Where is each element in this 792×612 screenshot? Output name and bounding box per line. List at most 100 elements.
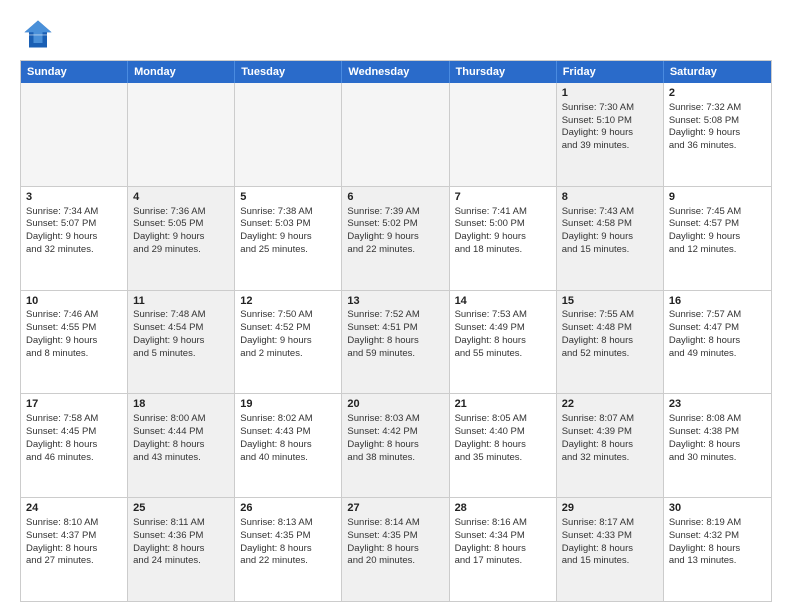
day-info: Daylight: 9 hours — [562, 231, 658, 244]
day-info: Daylight: 9 hours — [240, 231, 336, 244]
day-number: 20 — [347, 397, 443, 412]
day-info: Sunrise: 8:17 AM — [562, 517, 658, 530]
day-number: 3 — [26, 190, 122, 205]
calendar-cell — [235, 83, 342, 186]
day-info: and 13 minutes. — [669, 555, 766, 568]
day-number: 23 — [669, 397, 766, 412]
day-info: Sunset: 5:10 PM — [562, 115, 658, 128]
day-info: Sunset: 4:54 PM — [133, 322, 229, 335]
day-info: Sunrise: 8:19 AM — [669, 517, 766, 530]
header-day-wednesday: Wednesday — [342, 61, 449, 83]
day-info: Daylight: 8 hours — [562, 543, 658, 556]
day-info: Sunset: 4:34 PM — [455, 530, 551, 543]
day-number: 12 — [240, 294, 336, 309]
calendar-cell: 30Sunrise: 8:19 AMSunset: 4:32 PMDayligh… — [664, 498, 771, 601]
day-info: and 40 minutes. — [240, 452, 336, 465]
day-info: Daylight: 8 hours — [133, 543, 229, 556]
day-number: 17 — [26, 397, 122, 412]
day-info: Sunrise: 7:32 AM — [669, 102, 766, 115]
calendar-cell: 15Sunrise: 7:55 AMSunset: 4:48 PMDayligh… — [557, 291, 664, 394]
day-info: and 17 minutes. — [455, 555, 551, 568]
calendar-cell: 4Sunrise: 7:36 AMSunset: 5:05 PMDaylight… — [128, 187, 235, 290]
day-info: Sunrise: 7:36 AM — [133, 206, 229, 219]
day-number: 10 — [26, 294, 122, 309]
calendar-week-2: 10Sunrise: 7:46 AMSunset: 4:55 PMDayligh… — [21, 290, 771, 394]
day-info: Sunrise: 7:45 AM — [669, 206, 766, 219]
day-number: 5 — [240, 190, 336, 205]
header-day-thursday: Thursday — [450, 61, 557, 83]
day-info: Sunrise: 7:55 AM — [562, 309, 658, 322]
calendar-cell: 6Sunrise: 7:39 AMSunset: 5:02 PMDaylight… — [342, 187, 449, 290]
day-number: 30 — [669, 501, 766, 516]
day-info: Sunrise: 8:03 AM — [347, 413, 443, 426]
day-number: 19 — [240, 397, 336, 412]
calendar-cell: 2Sunrise: 7:32 AMSunset: 5:08 PMDaylight… — [664, 83, 771, 186]
day-info: Daylight: 9 hours — [562, 127, 658, 140]
day-info: and 39 minutes. — [562, 140, 658, 153]
day-info: and 49 minutes. — [669, 348, 766, 361]
day-info: Sunrise: 7:58 AM — [26, 413, 122, 426]
day-info: Daylight: 8 hours — [669, 543, 766, 556]
header-day-sunday: Sunday — [21, 61, 128, 83]
calendar-cell — [21, 83, 128, 186]
calendar-cell: 20Sunrise: 8:03 AMSunset: 4:42 PMDayligh… — [342, 394, 449, 497]
calendar-cell: 28Sunrise: 8:16 AMSunset: 4:34 PMDayligh… — [450, 498, 557, 601]
calendar-cell: 29Sunrise: 8:17 AMSunset: 4:33 PMDayligh… — [557, 498, 664, 601]
day-number: 28 — [455, 501, 551, 516]
day-info: Sunset: 4:48 PM — [562, 322, 658, 335]
day-info: Sunset: 4:57 PM — [669, 218, 766, 231]
day-info: Sunrise: 7:52 AM — [347, 309, 443, 322]
calendar-cell: 9Sunrise: 7:45 AMSunset: 4:57 PMDaylight… — [664, 187, 771, 290]
day-number: 24 — [26, 501, 122, 516]
day-info: Daylight: 8 hours — [133, 439, 229, 452]
calendar-cell — [450, 83, 557, 186]
day-info: and 22 minutes. — [347, 244, 443, 257]
calendar: SundayMondayTuesdayWednesdayThursdayFrid… — [20, 60, 772, 602]
day-info: Sunset: 4:58 PM — [562, 218, 658, 231]
day-info: Daylight: 9 hours — [133, 231, 229, 244]
day-info: Daylight: 9 hours — [240, 335, 336, 348]
day-number: 16 — [669, 294, 766, 309]
day-info: and 12 minutes. — [669, 244, 766, 257]
day-info: Daylight: 8 hours — [562, 335, 658, 348]
calendar-week-4: 24Sunrise: 8:10 AMSunset: 4:37 PMDayligh… — [21, 497, 771, 601]
day-info: Sunrise: 7:43 AM — [562, 206, 658, 219]
day-info: and 55 minutes. — [455, 348, 551, 361]
day-number: 13 — [347, 294, 443, 309]
day-info: Daylight: 8 hours — [562, 439, 658, 452]
calendar-cell: 3Sunrise: 7:34 AMSunset: 5:07 PMDaylight… — [21, 187, 128, 290]
day-info: Sunset: 4:37 PM — [26, 530, 122, 543]
day-info: Sunrise: 7:53 AM — [455, 309, 551, 322]
calendar-cell: 13Sunrise: 7:52 AMSunset: 4:51 PMDayligh… — [342, 291, 449, 394]
day-info: Sunset: 4:35 PM — [347, 530, 443, 543]
day-number: 26 — [240, 501, 336, 516]
day-info: and 59 minutes. — [347, 348, 443, 361]
day-info: Daylight: 8 hours — [669, 439, 766, 452]
day-info: Sunrise: 8:00 AM — [133, 413, 229, 426]
day-info: Sunset: 4:36 PM — [133, 530, 229, 543]
day-number: 11 — [133, 294, 229, 309]
day-number: 1 — [562, 86, 658, 101]
day-info: Sunrise: 7:46 AM — [26, 309, 122, 322]
day-info: Sunrise: 7:38 AM — [240, 206, 336, 219]
day-info: and 18 minutes. — [455, 244, 551, 257]
day-info: Daylight: 9 hours — [133, 335, 229, 348]
day-number: 4 — [133, 190, 229, 205]
day-info: and 25 minutes. — [240, 244, 336, 257]
day-info: and 35 minutes. — [455, 452, 551, 465]
day-info: and 5 minutes. — [133, 348, 229, 361]
day-info: Daylight: 9 hours — [26, 335, 122, 348]
calendar-header: SundayMondayTuesdayWednesdayThursdayFrid… — [21, 61, 771, 83]
day-number: 25 — [133, 501, 229, 516]
day-info: Sunset: 5:03 PM — [240, 218, 336, 231]
day-info: Sunrise: 7:48 AM — [133, 309, 229, 322]
day-info: and 29 minutes. — [133, 244, 229, 257]
day-info: Sunrise: 8:05 AM — [455, 413, 551, 426]
calendar-cell: 10Sunrise: 7:46 AMSunset: 4:55 PMDayligh… — [21, 291, 128, 394]
day-info: Sunset: 4:40 PM — [455, 426, 551, 439]
header-day-saturday: Saturday — [664, 61, 771, 83]
day-number: 8 — [562, 190, 658, 205]
calendar-cell: 17Sunrise: 7:58 AMSunset: 4:45 PMDayligh… — [21, 394, 128, 497]
day-info: Daylight: 9 hours — [669, 231, 766, 244]
page: SundayMondayTuesdayWednesdayThursdayFrid… — [0, 0, 792, 612]
